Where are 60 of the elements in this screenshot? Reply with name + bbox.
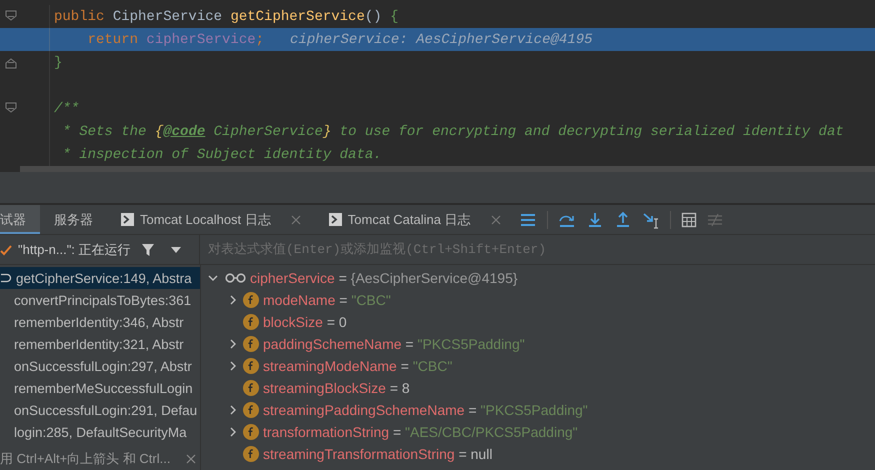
field-icon bbox=[243, 292, 259, 308]
chevron-right-icon[interactable] bbox=[228, 295, 238, 305]
variable-entry[interactable]: modeName = "CBC" bbox=[263, 292, 391, 308]
stack-frame[interactable]: rememberIdentity:321, Abstr bbox=[0, 333, 200, 355]
field-icon bbox=[243, 358, 259, 374]
tab[interactable]: Tomcat Localhost 日志 bbox=[107, 205, 315, 234]
chevron-right-icon[interactable] bbox=[228, 339, 238, 349]
hint-text: 用 Ctrl+Alt+向上箭头 和 Ctrl... bbox=[0, 450, 170, 468]
close-icon[interactable] bbox=[490, 214, 501, 224]
check-icon bbox=[0, 244, 12, 256]
scrollbar[interactable] bbox=[20, 166, 875, 172]
variable-entry[interactable]: streamingModeName = "CBC" bbox=[263, 358, 452, 374]
chevron-right-icon[interactable] bbox=[228, 427, 238, 437]
run-to-cursor-icon[interactable] bbox=[642, 210, 660, 228]
watch-glasses-icon bbox=[225, 273, 247, 283]
chevron-right-icon[interactable] bbox=[228, 361, 238, 371]
field-icon bbox=[243, 402, 259, 418]
thread-selector[interactable]: "http-n...": 正在运行 bbox=[18, 240, 131, 258]
fold-icon[interactable] bbox=[5, 10, 17, 23]
variable-entry[interactable]: streamingTransformationString = null bbox=[263, 446, 492, 462]
calculator-icon[interactable] bbox=[680, 212, 697, 228]
code-line: public CipherService getCipherService() { bbox=[53, 8, 398, 24]
variable-entry[interactable]: streamingBlockSize = 8 bbox=[263, 380, 410, 396]
tab[interactable]: 服务器 bbox=[40, 205, 107, 234]
filter-icon[interactable] bbox=[140, 242, 155, 256]
code-line: * inspection of Subject identity data. bbox=[61, 146, 382, 162]
variable-entry[interactable]: blockSize = 0 bbox=[263, 314, 347, 330]
stack-frame[interactable]: convertPrincipalsToBytes:361 bbox=[0, 289, 200, 311]
return-icon bbox=[0, 273, 12, 283]
code-line: } bbox=[53, 54, 62, 70]
chevron-right-icon[interactable] bbox=[228, 405, 238, 415]
console-icon bbox=[121, 213, 134, 226]
stack-frame[interactable]: login:285, DefaultSecurityMa bbox=[0, 421, 200, 443]
tab[interactable]: 试器 bbox=[0, 205, 40, 234]
variable-entry[interactable]: cipherService = {AesCipherService@4195} bbox=[250, 270, 518, 286]
code-line: /** bbox=[53, 100, 80, 116]
code-line: * Sets the {@code CipherService} to use for encrypting and decrypting serialized identity dat bbox=[61, 124, 844, 140]
stack-frame[interactable]: onSuccessfulLogin:297, Abstr bbox=[0, 355, 200, 377]
variable-entry[interactable]: streamingPaddingSchemeName = "PKCS5Padding" bbox=[263, 402, 588, 418]
stack-frame[interactable]: onSuccessfulLogin:291, Defau bbox=[0, 399, 200, 421]
variable-entry[interactable]: transformationString = "AES/CBC/PKCS5Padding" bbox=[263, 424, 578, 440]
close-icon[interactable] bbox=[186, 454, 196, 464]
field-icon bbox=[243, 446, 259, 462]
field-icon bbox=[243, 314, 259, 330]
fold-icon[interactable] bbox=[5, 56, 17, 69]
field-icon bbox=[243, 424, 259, 440]
tab[interactable]: Tomcat Catalina 日志 bbox=[314, 205, 515, 234]
inline-value-hint: cipherService: AesCipherService@4195 bbox=[290, 32, 592, 48]
stack-frame[interactable]: rememberMeSuccessfulLogin bbox=[0, 377, 200, 399]
chevron-down-icon[interactable] bbox=[208, 273, 218, 283]
stack-frame[interactable]: rememberIdentity:346, Abstr bbox=[0, 311, 200, 333]
fold-icon[interactable] bbox=[5, 102, 17, 115]
close-icon[interactable] bbox=[290, 214, 301, 224]
stack-frame[interactable]: getCipherService:149, Abstra bbox=[0, 267, 200, 289]
field-icon bbox=[243, 380, 259, 396]
field-icon bbox=[243, 336, 259, 352]
dropdown-caret-icon[interactable] bbox=[170, 246, 181, 252]
variable-entry[interactable]: paddingSchemeName = "PKCS5Padding" bbox=[263, 336, 525, 352]
console-icon bbox=[328, 213, 342, 226]
code-line: return cipherService; bbox=[86, 32, 264, 48]
